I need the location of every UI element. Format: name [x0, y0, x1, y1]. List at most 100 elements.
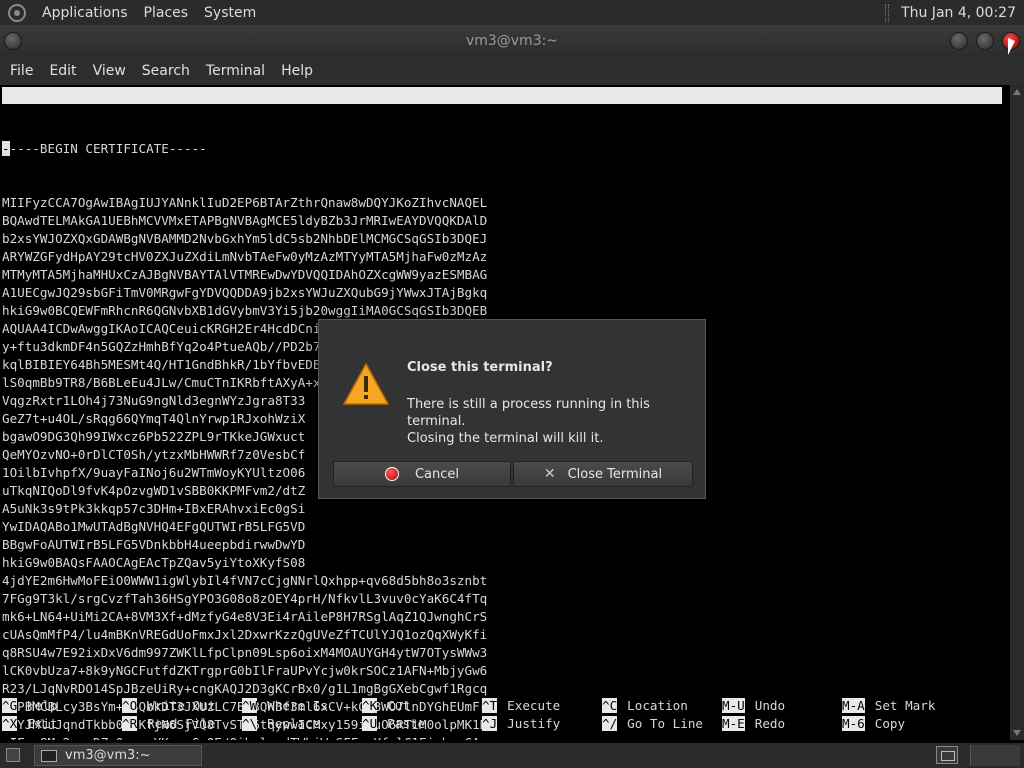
terminal-icon	[41, 749, 57, 762]
panel-separator	[885, 3, 890, 22]
menu-view[interactable]: View	[85, 63, 134, 79]
file-line: -----BEGIN CERTIFICATE-----	[2, 140, 487, 158]
file-line: YwIDAQABo1MwUTAdBgNVHQ4EFgQUTWIrB5LFG5VD	[2, 519, 306, 534]
shortcut-key: ^C	[602, 698, 618, 713]
dialog-message: There is still a process running in this…	[407, 396, 697, 447]
shortcut-label: Set Mark	[874, 698, 936, 713]
dialog-title: Close this terminal?	[407, 360, 553, 375]
top-panel: Applications Places System Thu Jan 4, 00…	[0, 0, 1024, 25]
cancel-label: Cancel	[414, 466, 460, 482]
shortcut-label: Where Is	[267, 698, 328, 713]
menu-system[interactable]: System	[196, 5, 264, 21]
shortcut-item: ^U Paste	[362, 715, 425, 733]
shortcut-label: Cut	[387, 698, 410, 713]
shortcut-key: ^U	[362, 716, 378, 731]
shortcut-label: Undo	[754, 698, 786, 713]
file-line: mk6+LN64+UiMi2CA+8VM3Xf+dMzfyG4e8V3Ei4rA…	[2, 609, 488, 624]
shortcut-key: ^O	[122, 698, 138, 713]
file-line: BQAwdTELMAkGA1UEBhMCVVMxETAPBgNVBAgMCE5l…	[2, 213, 488, 228]
shortcut-item: ^G Help	[2, 697, 58, 715]
shortcut-label: Write Out	[147, 698, 216, 713]
close-terminal-label: Close Terminal	[567, 466, 663, 482]
file-line: q8RSU4w7E92ixDxV6dm997ZWKlLfpClpn09Lsp6o…	[2, 645, 488, 660]
shortcut-key: M-U	[722, 698, 745, 713]
shortcut-label: Read File	[147, 716, 216, 731]
file-line: R23/LJqNvRDO14SpJBzeUiRy+cngKAQJ2D3gKCrB…	[2, 681, 488, 696]
shortcut-key: ^T	[482, 698, 498, 713]
window-title: vm3@vm3:~	[465, 33, 559, 49]
shortcut-label: Location	[627, 698, 688, 713]
taskbar-window-label: vm3@vm3:~	[65, 748, 151, 763]
shortcut-key: ^R	[122, 716, 138, 731]
mouse-pointer-icon	[1008, 38, 1015, 55]
menu-terminal[interactable]: Terminal	[198, 63, 273, 79]
shortcut-item: ^J Justify	[482, 715, 560, 733]
menu-places[interactable]: Places	[136, 5, 197, 21]
cancel-button[interactable]: Cancel	[333, 461, 511, 487]
scroll-down-icon[interactable]	[1013, 730, 1021, 736]
shortcut-item: ^O Write Out	[122, 697, 215, 715]
shortcut-item: M-E Redo	[722, 715, 785, 733]
maximize-button[interactable]	[976, 32, 994, 50]
show-desktop-button[interactable]	[6, 748, 20, 762]
shortcut-item: M-6 Copy	[842, 715, 905, 733]
shortcut-item: ^R Read File	[122, 715, 215, 733]
distro-logo-icon[interactable]	[8, 3, 26, 22]
menu-search[interactable]: Search	[134, 63, 198, 79]
shortcut-item: ^/ Go To Line	[602, 715, 703, 733]
close-terminal-button[interactable]: ✕ Close Terminal	[513, 461, 693, 487]
terminal-menubar: File Edit View Search Terminal Help	[0, 57, 1024, 85]
menu-file[interactable]: File	[2, 63, 41, 79]
warning-icon	[343, 362, 389, 405]
shortcut-key: ^/	[602, 716, 618, 731]
shortcut-item: ^W Where Is	[242, 697, 328, 715]
workspace-switcher[interactable]	[936, 746, 958, 764]
shortcut-label: Paste	[387, 716, 426, 731]
file-line: pIFgv8My2swvDZa0rgooYKznuCwOE/QihxlvudTW…	[2, 734, 487, 740]
window-menu-button[interactable]	[4, 32, 22, 50]
file-line: hkiG9w0BCQEWFmRhcnR6QGNvbXB1dGVybmV3Yi5j…	[2, 303, 488, 318]
shortcut-label: Redo	[754, 716, 786, 731]
shortcut-label: Replace	[267, 716, 321, 731]
trash-applet[interactable]	[970, 745, 1020, 766]
shortcut-item: ^T Execute	[482, 697, 560, 715]
taskbar-window-button[interactable]: vm3@vm3:~	[34, 745, 202, 766]
shortcut-item: ^K Cut	[362, 697, 410, 715]
shortcut-key: ^J	[482, 716, 498, 731]
dialog-message-line2: Closing the terminal will kill it.	[407, 431, 604, 446]
shortcut-label: Copy	[874, 716, 906, 731]
shortcut-key: ^K	[362, 698, 378, 713]
shortcut-label: Exit	[27, 716, 58, 731]
menu-edit[interactable]: Edit	[41, 63, 84, 79]
close-icon: ✕	[543, 466, 556, 482]
menu-help[interactable]: Help	[273, 63, 321, 79]
scroll-up-icon[interactable]	[1013, 89, 1021, 95]
minimize-button[interactable]	[950, 32, 968, 50]
file-line: MIIFyzCCA7OgAwIBAgIUJYANnklIuD2EP6BTArZt…	[2, 195, 488, 210]
bottom-taskbar: vm3@vm3:~	[0, 743, 1024, 768]
nano-filename: penis.pem	[482, 122, 551, 137]
shortcut-key: ^\	[242, 716, 258, 731]
shortcut-key: ^X	[2, 716, 18, 731]
file-line: A5uNk3s9tPk3kkqp57c3DHm+IBxERAhvxiEc0gSi	[2, 501, 306, 516]
nano-shortcut-bar: ^G Help ^X Exit ^O Write Out ^R Read File ^W Wher…	[2, 697, 1008, 733]
text-cursor: -	[2, 141, 10, 156]
file-line: MTMyMTA5MjhaMHUxCzAJBgNVBAYTAlVTMREwDwYD…	[2, 267, 488, 282]
file-line: BBgwFoAUTWIrB5LFG5VDnkbbH4ueepbdirwwDwYD	[2, 537, 306, 552]
window-titlebar[interactable]: vm3@vm3:~	[0, 25, 1024, 57]
terminal-scrollbar[interactable]	[1010, 85, 1024, 740]
file-line: 7FGg9T3kl/srgCvzfTah36HSgYPO3G08o8zOEY4p…	[2, 591, 488, 606]
clock[interactable]: Thu Jan 4, 00:27	[895, 5, 1024, 21]
file-line: A1UECgwJQ29sbGFiTmV0MRgwFgYDVQQDDA9jb2xs…	[2, 285, 488, 300]
menu-applications[interactable]: Applications	[34, 5, 136, 21]
shortcut-key: M-6	[842, 716, 865, 731]
shortcut-label: Justify	[507, 716, 561, 731]
shortcut-key: ^G	[2, 698, 18, 713]
shortcut-item: ^X Exit	[2, 715, 58, 733]
shortcut-key: M-E	[722, 716, 745, 731]
shortcut-item: M-U Undo	[722, 697, 785, 715]
shortcut-item: ^C Location	[602, 697, 688, 715]
nano-header: GNU nano 7.2 penis.pem	[2, 87, 1002, 137]
file-line: lCK0vbUza7+8k9yNGCFutfdZKTrgprG0bIlFraUP…	[2, 663, 488, 678]
close-terminal-dialog: Close this terminal? There is still a pr…	[318, 319, 706, 499]
